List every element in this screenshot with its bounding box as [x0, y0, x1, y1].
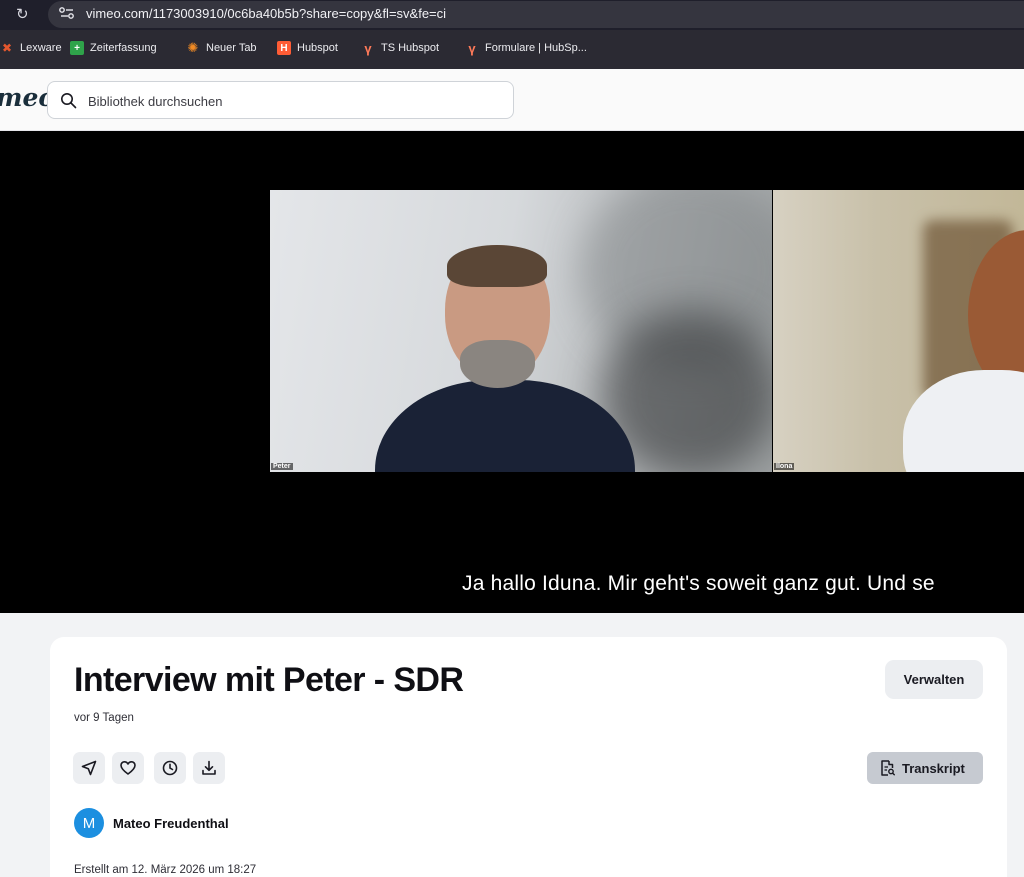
bookmark-label: TS Hubspot [381, 42, 440, 54]
clock-icon [162, 760, 178, 776]
lexware-icon: ✖ [1, 41, 13, 55]
avatar[interactable]: M [74, 808, 104, 838]
transcript-icon [881, 760, 895, 776]
participant-video-ilona: Ilona [773, 190, 1024, 472]
bookmark-zeiterfassung[interactable]: + Zeiterfassung [70, 41, 157, 55]
search-input[interactable] [88, 91, 488, 111]
video-info-card: Interview mit Peter - SDR vor 9 Tagen Ve… [50, 637, 1007, 877]
video-title: Interview mit Peter - SDR [74, 661, 464, 699]
participant-name-tag: Peter [271, 463, 293, 470]
bookmark-label: Lexware [20, 42, 62, 54]
person-torso [375, 380, 635, 472]
browser-url-bar: ↻ vimeo.com/1173003910/0c6ba40b5b?share=… [0, 0, 1024, 30]
bookmark-label: Zeiterfassung [90, 42, 157, 54]
bookmark-hubspot[interactable]: H Hubspot [277, 41, 338, 55]
hubspot-icon: ү [468, 40, 476, 56]
bookmark-label: Formulare | HubSp... [485, 42, 587, 54]
person-beard [460, 340, 535, 388]
heart-icon [120, 761, 136, 775]
share-button[interactable] [73, 752, 105, 784]
site-header: meo [0, 69, 1024, 131]
transcript-label: Transkript [902, 760, 965, 776]
site-info-icon[interactable] [58, 6, 76, 20]
download-icon [202, 760, 216, 775]
bookmark-formulare-hubspot[interactable]: ү Formulare | HubSp... [465, 40, 587, 56]
manage-button[interactable]: Verwalten [885, 660, 983, 699]
bookmark-ts-hubspot[interactable]: ү TS Hubspot [361, 40, 440, 56]
download-button[interactable] [193, 752, 225, 784]
person-torso [903, 370, 1024, 472]
bookmark-neuer-tab[interactable]: ✺ Neuer Tab [186, 40, 257, 55]
video-player[interactable]: Peter Ilona Ja hallo Iduna. Mir geht's s… [0, 131, 1024, 613]
url-text[interactable]: vimeo.com/1173003910/0c6ba40b5b?share=co… [86, 6, 446, 21]
reload-icon[interactable]: ↻ [16, 5, 29, 23]
send-icon [81, 760, 97, 776]
bookmarks-bar: ✖ Lexware + Zeiterfassung ✺ Neuer Tab H … [0, 30, 1024, 69]
neuer-tab-icon: ✺ [187, 40, 199, 55]
watch-later-button[interactable] [154, 752, 186, 784]
bookmark-label: Hubspot [297, 42, 338, 54]
hubspot-icon: ү [364, 40, 372, 56]
participant-name-tag: Ilona [774, 463, 795, 470]
participant-video-peter: Peter [270, 190, 772, 472]
hubspot-icon: H [277, 41, 291, 55]
bookmark-lexware[interactable]: ✖ Lexware [0, 41, 62, 55]
bookmark-label: Neuer Tab [206, 42, 257, 54]
like-button[interactable] [112, 752, 144, 784]
search-icon [61, 93, 77, 109]
search-box[interactable] [47, 81, 514, 119]
video-subtitle: Ja hallo Iduna. Mir geht's soweit ganz g… [462, 572, 935, 595]
person-hair [447, 245, 547, 287]
zeiterfassung-icon: + [70, 41, 84, 55]
owner-name[interactable]: Mateo Freudenthal [113, 816, 229, 831]
video-date: vor 9 Tagen [74, 712, 134, 724]
created-date: Erstellt am 12. März 2026 um 18:27 [74, 864, 257, 876]
transcript-button[interactable]: Transkript [867, 752, 983, 784]
